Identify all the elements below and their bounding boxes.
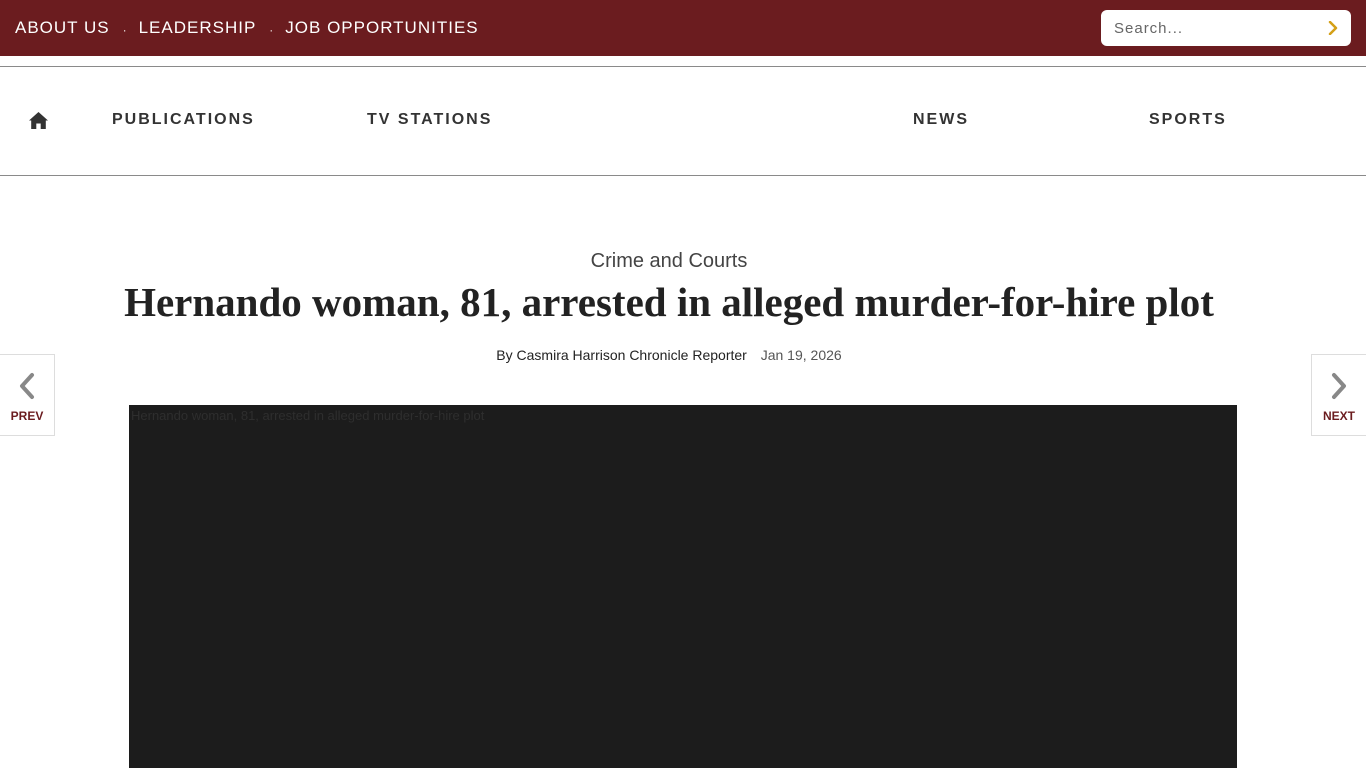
search-input[interactable]: [1101, 10, 1316, 46]
prev-article-button[interactable]: PREV: [0, 354, 55, 436]
next-article-button[interactable]: NEXT: [1311, 354, 1366, 436]
byline: By Casmira Harrison Chronicle Reporter J…: [0, 347, 1338, 363]
article-hero-image[interactable]: Hernando woman, 81, arrested in alleged …: [129, 405, 1237, 768]
nav-sports[interactable]: SPORTS: [1149, 110, 1227, 130]
nav-news[interactable]: NEWS: [913, 110, 969, 130]
divider: [0, 66, 1366, 67]
chevron-left-icon: [20, 373, 34, 399]
separator: ·: [269, 22, 274, 37]
publish-date: Jan 19, 2026: [760, 347, 842, 363]
search-submit-button[interactable]: [1321, 16, 1345, 40]
chevron-right-icon: [1328, 21, 1338, 35]
next-label: NEXT: [1322, 409, 1355, 423]
home-icon[interactable]: [28, 111, 49, 130]
separator: ·: [122, 22, 127, 37]
nav-tv-stations[interactable]: TV STATIONS: [367, 110, 492, 130]
leadership-link[interactable]: LEADERSHIP: [139, 18, 257, 38]
chevron-right-icon: [1332, 373, 1346, 399]
top-bar: ABOUT US · LEADERSHIP · JOB OPPORTUNITIE…: [0, 0, 1366, 56]
prev-label: PREV: [10, 409, 44, 423]
divider: [0, 175, 1366, 176]
search-box: [1101, 10, 1351, 46]
section-label[interactable]: Crime and Courts: [0, 250, 1338, 273]
nav-publications[interactable]: PUBLICATIONS: [112, 110, 255, 130]
author-link[interactable]: By Casmira Harrison Chronicle Reporter: [496, 347, 747, 363]
top-links: ABOUT US · LEADERSHIP · JOB OPPORTUNITIE…: [15, 0, 479, 56]
article-headline: Hernando woman, 81, arrested in alleged …: [124, 279, 1214, 325]
about-us-link[interactable]: ABOUT US: [15, 18, 110, 38]
job-opportunities-link[interactable]: JOB OPPORTUNITIES: [285, 18, 478, 38]
image-alt-text: Hernando woman, 81, arrested in alleged …: [131, 408, 485, 423]
